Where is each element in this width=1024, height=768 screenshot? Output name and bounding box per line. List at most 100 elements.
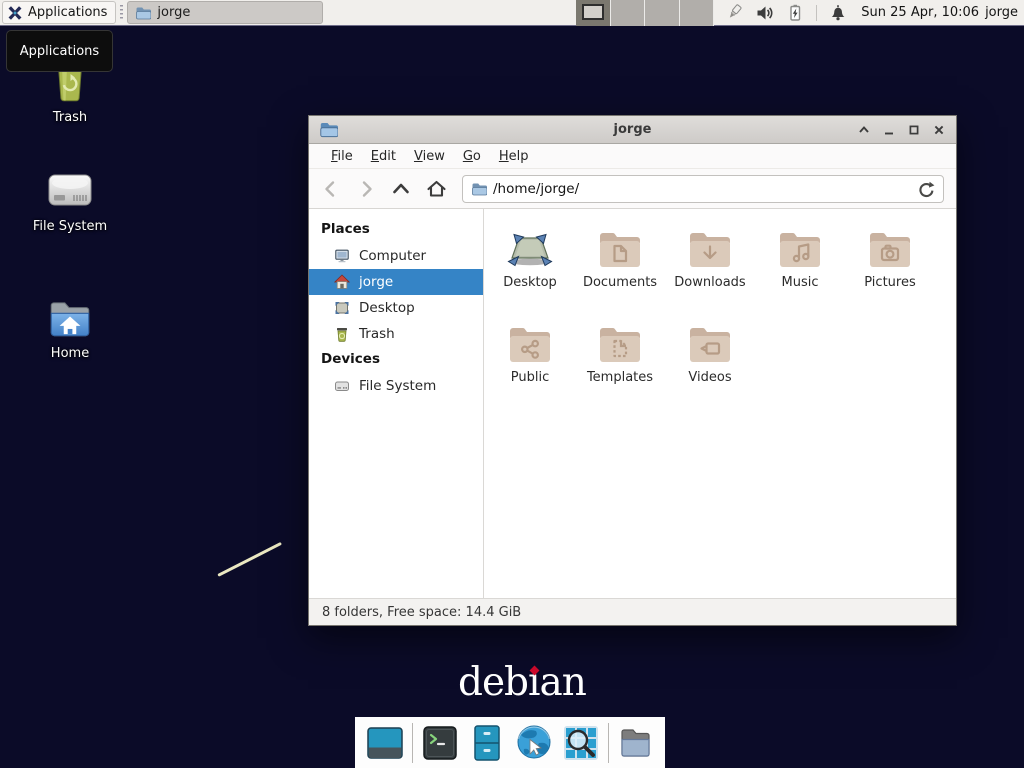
debian-logo: debıan bbox=[458, 662, 586, 705]
sidebar-places-header: Places bbox=[309, 217, 483, 243]
shade-button[interactable] bbox=[857, 123, 871, 137]
toolbar: /home/jorge/ bbox=[309, 169, 956, 209]
panel-username[interactable]: jorge bbox=[985, 5, 1018, 20]
directory-menu-icon[interactable] bbox=[616, 723, 656, 763]
terminal-icon[interactable] bbox=[420, 723, 460, 763]
web-browser-icon[interactable] bbox=[514, 723, 554, 763]
system-tray bbox=[714, 4, 857, 22]
desktop-icon-label: Home bbox=[51, 346, 89, 361]
menu-view[interactable]: View bbox=[405, 146, 454, 167]
home-folder-icon bbox=[45, 295, 95, 341]
file-label: Desktop bbox=[503, 275, 557, 290]
computer-icon bbox=[334, 248, 350, 264]
file-grid: Desktop Documents bbox=[484, 209, 956, 598]
file-item-downloads[interactable]: Downloads bbox=[666, 227, 754, 322]
file-manager-window: jorge File Edit View Go Help bbox=[308, 115, 957, 626]
desktop-icon-label: Trash bbox=[53, 110, 87, 125]
statusbar: 8 folders, Free space: 14.4 GiB bbox=[309, 598, 956, 625]
xfce-logo-icon bbox=[7, 5, 23, 21]
minimize-button[interactable] bbox=[882, 123, 896, 137]
file-cabinet-icon[interactable] bbox=[467, 723, 507, 763]
reload-icon[interactable] bbox=[917, 180, 935, 198]
hard-drive-icon bbox=[334, 378, 350, 394]
documents-folder-icon bbox=[596, 227, 644, 271]
sidebar-item-file-system[interactable]: File System bbox=[309, 373, 483, 399]
file-label: Documents bbox=[583, 275, 657, 290]
panel-grip[interactable] bbox=[120, 5, 123, 21]
sidebar-item-label: File System bbox=[359, 378, 436, 394]
debian-logo-text: deb bbox=[458, 660, 528, 705]
tray-separator bbox=[816, 5, 817, 21]
maximize-button[interactable] bbox=[907, 123, 921, 137]
home-icon bbox=[334, 274, 350, 290]
show-desktop-icon[interactable] bbox=[365, 723, 405, 763]
workspace-3[interactable] bbox=[645, 0, 680, 26]
back-button[interactable] bbox=[321, 179, 341, 199]
file-item-desktop[interactable]: Desktop bbox=[486, 227, 574, 322]
file-label: Videos bbox=[688, 370, 731, 385]
volume-icon[interactable] bbox=[756, 4, 774, 22]
sidebar-item-jorge[interactable]: jorge bbox=[309, 269, 483, 295]
workspace-pager[interactable] bbox=[576, 0, 714, 26]
desktop-icon-home[interactable]: Home bbox=[22, 295, 118, 361]
window-content: Places Computer bbox=[309, 209, 956, 598]
sidebar-item-trash[interactable]: Trash bbox=[309, 321, 483, 347]
dock-separator bbox=[412, 723, 413, 763]
notification-bell-icon[interactable] bbox=[829, 4, 847, 22]
file-item-pictures[interactable]: Pictures bbox=[846, 227, 934, 322]
file-item-videos[interactable]: Videos bbox=[666, 322, 754, 417]
application-finder-icon[interactable] bbox=[561, 723, 601, 763]
file-item-music[interactable]: Music bbox=[756, 227, 844, 322]
panel-clock[interactable]: Sun 25 Apr, 10:06 bbox=[861, 5, 979, 20]
desktop-icon-label: File System bbox=[33, 219, 107, 234]
battery-icon[interactable] bbox=[786, 4, 804, 22]
file-item-documents[interactable]: Documents bbox=[576, 227, 664, 322]
forward-button[interactable] bbox=[356, 179, 376, 199]
sidebar-item-label: jorge bbox=[359, 274, 393, 290]
menu-edit[interactable]: Edit bbox=[362, 146, 405, 167]
close-button[interactable] bbox=[932, 123, 946, 137]
file-label: Public bbox=[511, 370, 549, 385]
desktop-icon bbox=[334, 300, 350, 316]
sidebar: Places Computer bbox=[309, 209, 484, 598]
taskbar-window-label: jorge bbox=[157, 5, 190, 20]
location-path[interactable]: /home/jorge/ bbox=[493, 181, 579, 197]
home-button[interactable] bbox=[426, 179, 447, 199]
applications-tooltip: Applications bbox=[6, 30, 113, 72]
workspace-window-preview bbox=[582, 4, 604, 20]
taskbar-window-button[interactable]: jorge bbox=[127, 1, 323, 24]
sidebar-item-desktop[interactable]: Desktop bbox=[309, 295, 483, 321]
videos-folder-icon bbox=[686, 322, 734, 366]
status-text: 8 folders, Free space: 14.4 GiB bbox=[322, 605, 521, 620]
trash-icon bbox=[334, 326, 350, 342]
sidebar-item-computer[interactable]: Computer bbox=[309, 243, 483, 269]
music-folder-icon bbox=[776, 227, 824, 271]
sidebar-item-label: Desktop bbox=[359, 300, 415, 316]
menu-go[interactable]: Go bbox=[454, 146, 490, 167]
dock-separator bbox=[608, 723, 609, 763]
workspace-4[interactable] bbox=[680, 0, 715, 26]
file-label: Pictures bbox=[864, 275, 915, 290]
desktop-line-artifact bbox=[217, 542, 282, 577]
menubar: File Edit View Go Help bbox=[309, 144, 956, 169]
up-button[interactable] bbox=[391, 179, 411, 199]
downloads-folder-icon bbox=[686, 227, 734, 271]
file-item-templates[interactable]: Templates bbox=[576, 322, 664, 417]
templates-folder-icon bbox=[596, 322, 644, 366]
workspace-2[interactable] bbox=[611, 0, 646, 26]
location-bar[interactable]: /home/jorge/ bbox=[462, 175, 944, 203]
sidebar-item-label: Computer bbox=[359, 248, 426, 264]
window-icon bbox=[319, 120, 338, 139]
applications-menu-button[interactable]: Applications bbox=[2, 1, 116, 24]
desktop-icon-file-system[interactable]: File System bbox=[22, 170, 118, 234]
stylus-icon[interactable] bbox=[726, 4, 744, 22]
file-item-public[interactable]: Public bbox=[486, 322, 574, 417]
window-titlebar[interactable]: jorge bbox=[309, 116, 956, 144]
folder-icon bbox=[135, 5, 151, 21]
debian-logo-text-end: an bbox=[540, 660, 586, 705]
pictures-folder-icon bbox=[866, 227, 914, 271]
menu-file[interactable]: File bbox=[322, 146, 362, 167]
desktop-workspace-icon bbox=[506, 227, 554, 271]
workspace-1[interactable] bbox=[576, 0, 611, 26]
menu-help[interactable]: Help bbox=[490, 146, 538, 167]
